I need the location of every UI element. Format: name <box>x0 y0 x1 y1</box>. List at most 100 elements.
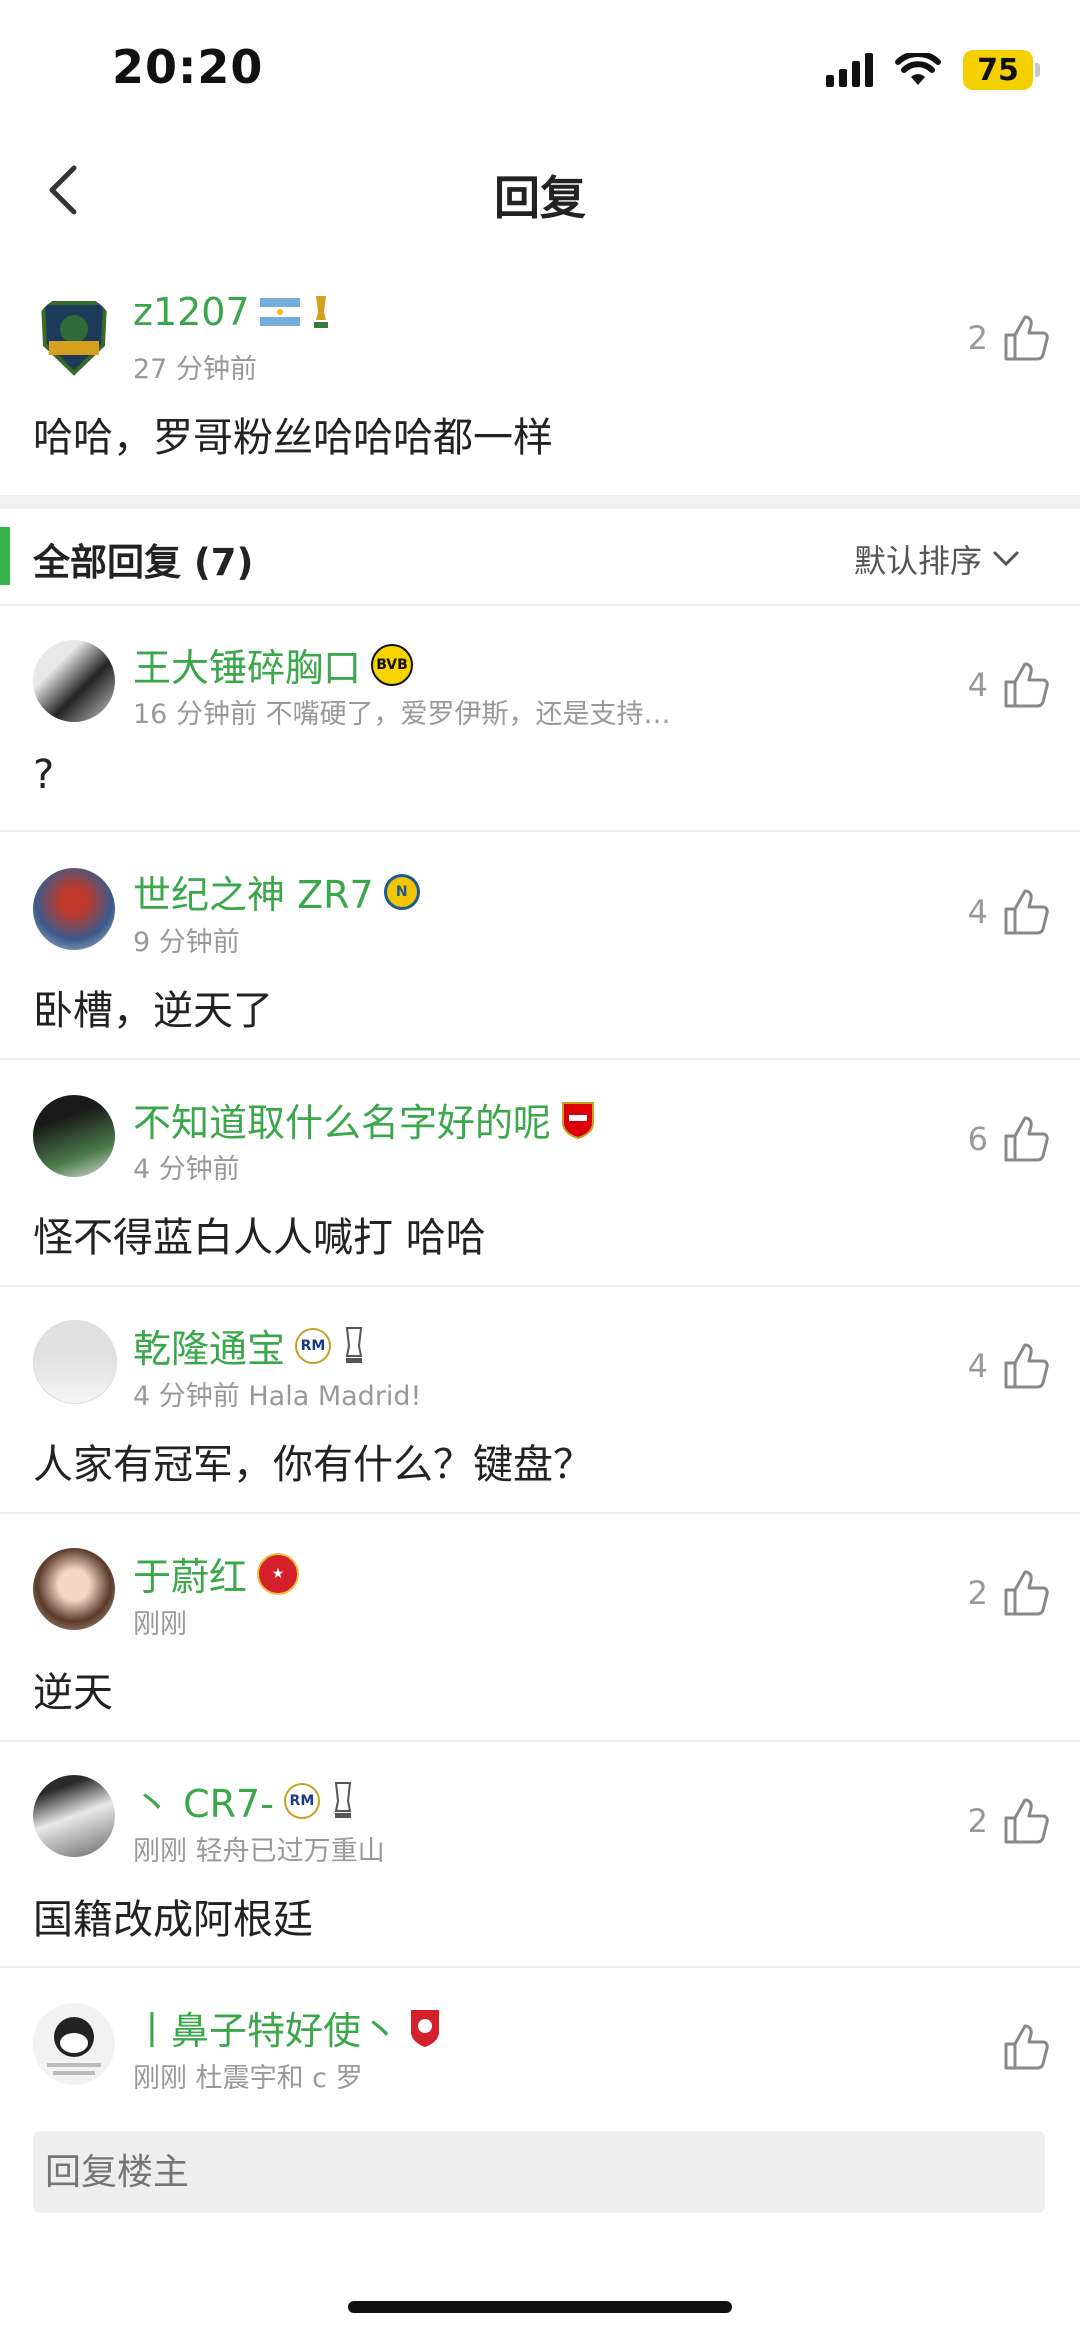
reply-signature: 杜震宇和 c 罗 <box>195 2063 363 2094</box>
reply-like-button[interactable]: 4 <box>968 660 1050 710</box>
sort-label: 默认排序 <box>853 542 982 580</box>
bvb-badge-icon: BVB <box>371 643 414 686</box>
reply-like-button[interactable] <box>988 2022 1050 2072</box>
reply-text: 人家有冠军，你有什么？键盘？ <box>33 1442 593 1488</box>
like-count: 2 <box>967 1574 988 1612</box>
like-count: 2 <box>967 319 988 357</box>
reply-like-button[interactable]: 6 <box>968 1114 1050 1164</box>
reply-like-button[interactable]: 2 <box>968 1568 1050 1618</box>
reply-username[interactable]: 于蔚红 <box>133 1546 247 1601</box>
section-separator <box>0 495 1080 509</box>
reply-signature: 不嘴硬了，爱罗伊斯，还是支持… <box>265 699 671 730</box>
thumbs-up-icon <box>1004 315 1049 361</box>
divider <box>0 1966 1080 1968</box>
reply-username[interactable]: 王大锤碎胸口 <box>133 637 361 692</box>
thumbs-up-icon <box>1004 662 1049 708</box>
status-icons: 75 <box>826 50 1040 90</box>
reply-input[interactable] <box>33 2131 1045 2213</box>
champions-league-trophy-icon <box>345 1326 363 1363</box>
avatar[interactable] <box>33 868 115 950</box>
divider <box>0 1285 1080 1287</box>
reply-time: 4 分钟前 <box>133 1154 240 1185</box>
reply-time: 9 分钟前 <box>133 927 240 958</box>
club-badge-icon: ★ <box>257 1552 300 1595</box>
section-accent-bar <box>0 527 10 585</box>
reply-text: 国籍改成阿根廷 <box>33 1897 313 1943</box>
like-count: 4 <box>967 666 988 704</box>
champions-league-trophy-icon <box>334 1781 352 1818</box>
reply-time: 刚刚 <box>133 1609 187 1640</box>
thumbs-up-icon <box>1004 1570 1049 1616</box>
avatar[interactable] <box>33 1548 115 1630</box>
reply-text: ? <box>33 752 55 798</box>
reply-like-button[interactable]: 4 <box>968 1341 1050 1391</box>
reply-username-row: 王大锤碎胸口 BVB <box>133 637 414 692</box>
chevron-down-icon <box>993 551 1019 567</box>
reply-meta: 刚刚 轻舟已过万重山 <box>133 1829 385 1868</box>
avatar[interactable] <box>33 295 115 377</box>
op-text: 哈哈，罗哥粉丝哈哈哈都一样 <box>33 415 553 461</box>
reply-meta: 4 分钟前 Hala Madrid! <box>133 1374 421 1413</box>
op-time: 27 分钟前 <box>133 354 257 385</box>
reply-time: 16 分钟前 <box>133 699 257 730</box>
op-like-button[interactable]: 2 <box>968 313 1050 363</box>
reply-username-row: 于蔚红 ★ <box>133 1546 300 1601</box>
thumbs-up-icon <box>1004 1343 1049 1389</box>
reply-text: 卧槽，逆天了 <box>33 988 273 1034</box>
like-count: 4 <box>967 893 988 931</box>
thumbs-up-icon <box>1004 1116 1049 1162</box>
real-madrid-badge-icon: RM <box>283 1782 320 1819</box>
cellular-signal-icon <box>826 53 873 87</box>
reply-like-button[interactable]: 2 <box>968 1796 1050 1846</box>
reply-username-row: 丨鼻子特好使丶 <box>133 2000 441 2055</box>
reply-text: 逆天 <box>33 1670 113 1716</box>
like-count: 6 <box>967 1120 988 1158</box>
battery-icon: 75 <box>963 50 1040 90</box>
avatar[interactable] <box>33 1775 115 1857</box>
thumbs-up-icon <box>1004 889 1049 935</box>
arsenal-badge-icon <box>562 1101 595 1139</box>
reply-username[interactable]: 不知道取什么名字好的呢 <box>133 1092 551 1147</box>
reply-username-row: 世纪之神 ZR7 N <box>133 864 420 919</box>
reply-username-row: 不知道取什么名字好的呢 <box>133 1092 595 1147</box>
reply-time: 刚刚 <box>133 1836 187 1867</box>
avatar[interactable] <box>33 1095 115 1177</box>
club-badge-icon <box>411 2009 440 2047</box>
avatar[interactable] <box>33 1320 117 1404</box>
wifi-icon <box>895 53 941 85</box>
divider <box>0 604 1080 606</box>
divider <box>0 1740 1080 1742</box>
avatar[interactable] <box>33 2003 115 2085</box>
al-nassr-badge-icon: N <box>383 873 420 910</box>
argentina-flag-icon <box>259 298 300 326</box>
reply-username-row: 乾隆通宝 RM <box>133 1318 367 1373</box>
battery-level: 75 <box>963 50 1033 90</box>
reply-time: 4 分钟前 <box>133 1381 240 1412</box>
reply-username-row: 丶 CR7- RM <box>133 1773 356 1828</box>
page-title: 回复 <box>494 171 586 225</box>
avatar[interactable] <box>33 640 115 722</box>
reply-text: 怪不得蓝白人人喊打 哈哈 <box>33 1215 486 1261</box>
reply-username[interactable]: 乾隆通宝 <box>133 1318 285 1373</box>
reply-username[interactable]: 世纪之神 ZR7 <box>133 864 374 919</box>
divider <box>0 830 1080 832</box>
section-title: 全部回复 (7) <box>33 541 254 584</box>
reply-meta: 刚刚 杜震宇和 c 罗 <box>133 2056 363 2095</box>
reply-signature: 轻舟已过万重山 <box>195 1836 385 1867</box>
reply-signature: Hala Madrid! <box>248 1381 422 1412</box>
like-count: 4 <box>967 1347 988 1385</box>
reply-username[interactable]: 丶 CR7- <box>133 1773 274 1828</box>
like-count: 2 <box>967 1802 988 1840</box>
op-username-row: z1207 <box>133 290 332 334</box>
divider <box>0 1058 1080 1060</box>
op-username[interactable]: z1207 <box>133 290 250 334</box>
divider <box>0 1512 1080 1514</box>
reply-username[interactable]: 丨鼻子特好使丶 <box>133 2000 399 2055</box>
real-madrid-badge-icon: RM <box>295 1327 332 1364</box>
home-indicator <box>348 2301 732 2313</box>
status-time: 20:20 <box>112 40 264 94</box>
reply-meta: 16 分钟前 不嘴硬了，爱罗伊斯，还是支持… <box>133 692 671 731</box>
sort-dropdown[interactable]: 默认排序 <box>854 536 1020 582</box>
reply-like-button[interactable]: 4 <box>968 887 1050 937</box>
world-cup-trophy-icon <box>313 296 328 328</box>
